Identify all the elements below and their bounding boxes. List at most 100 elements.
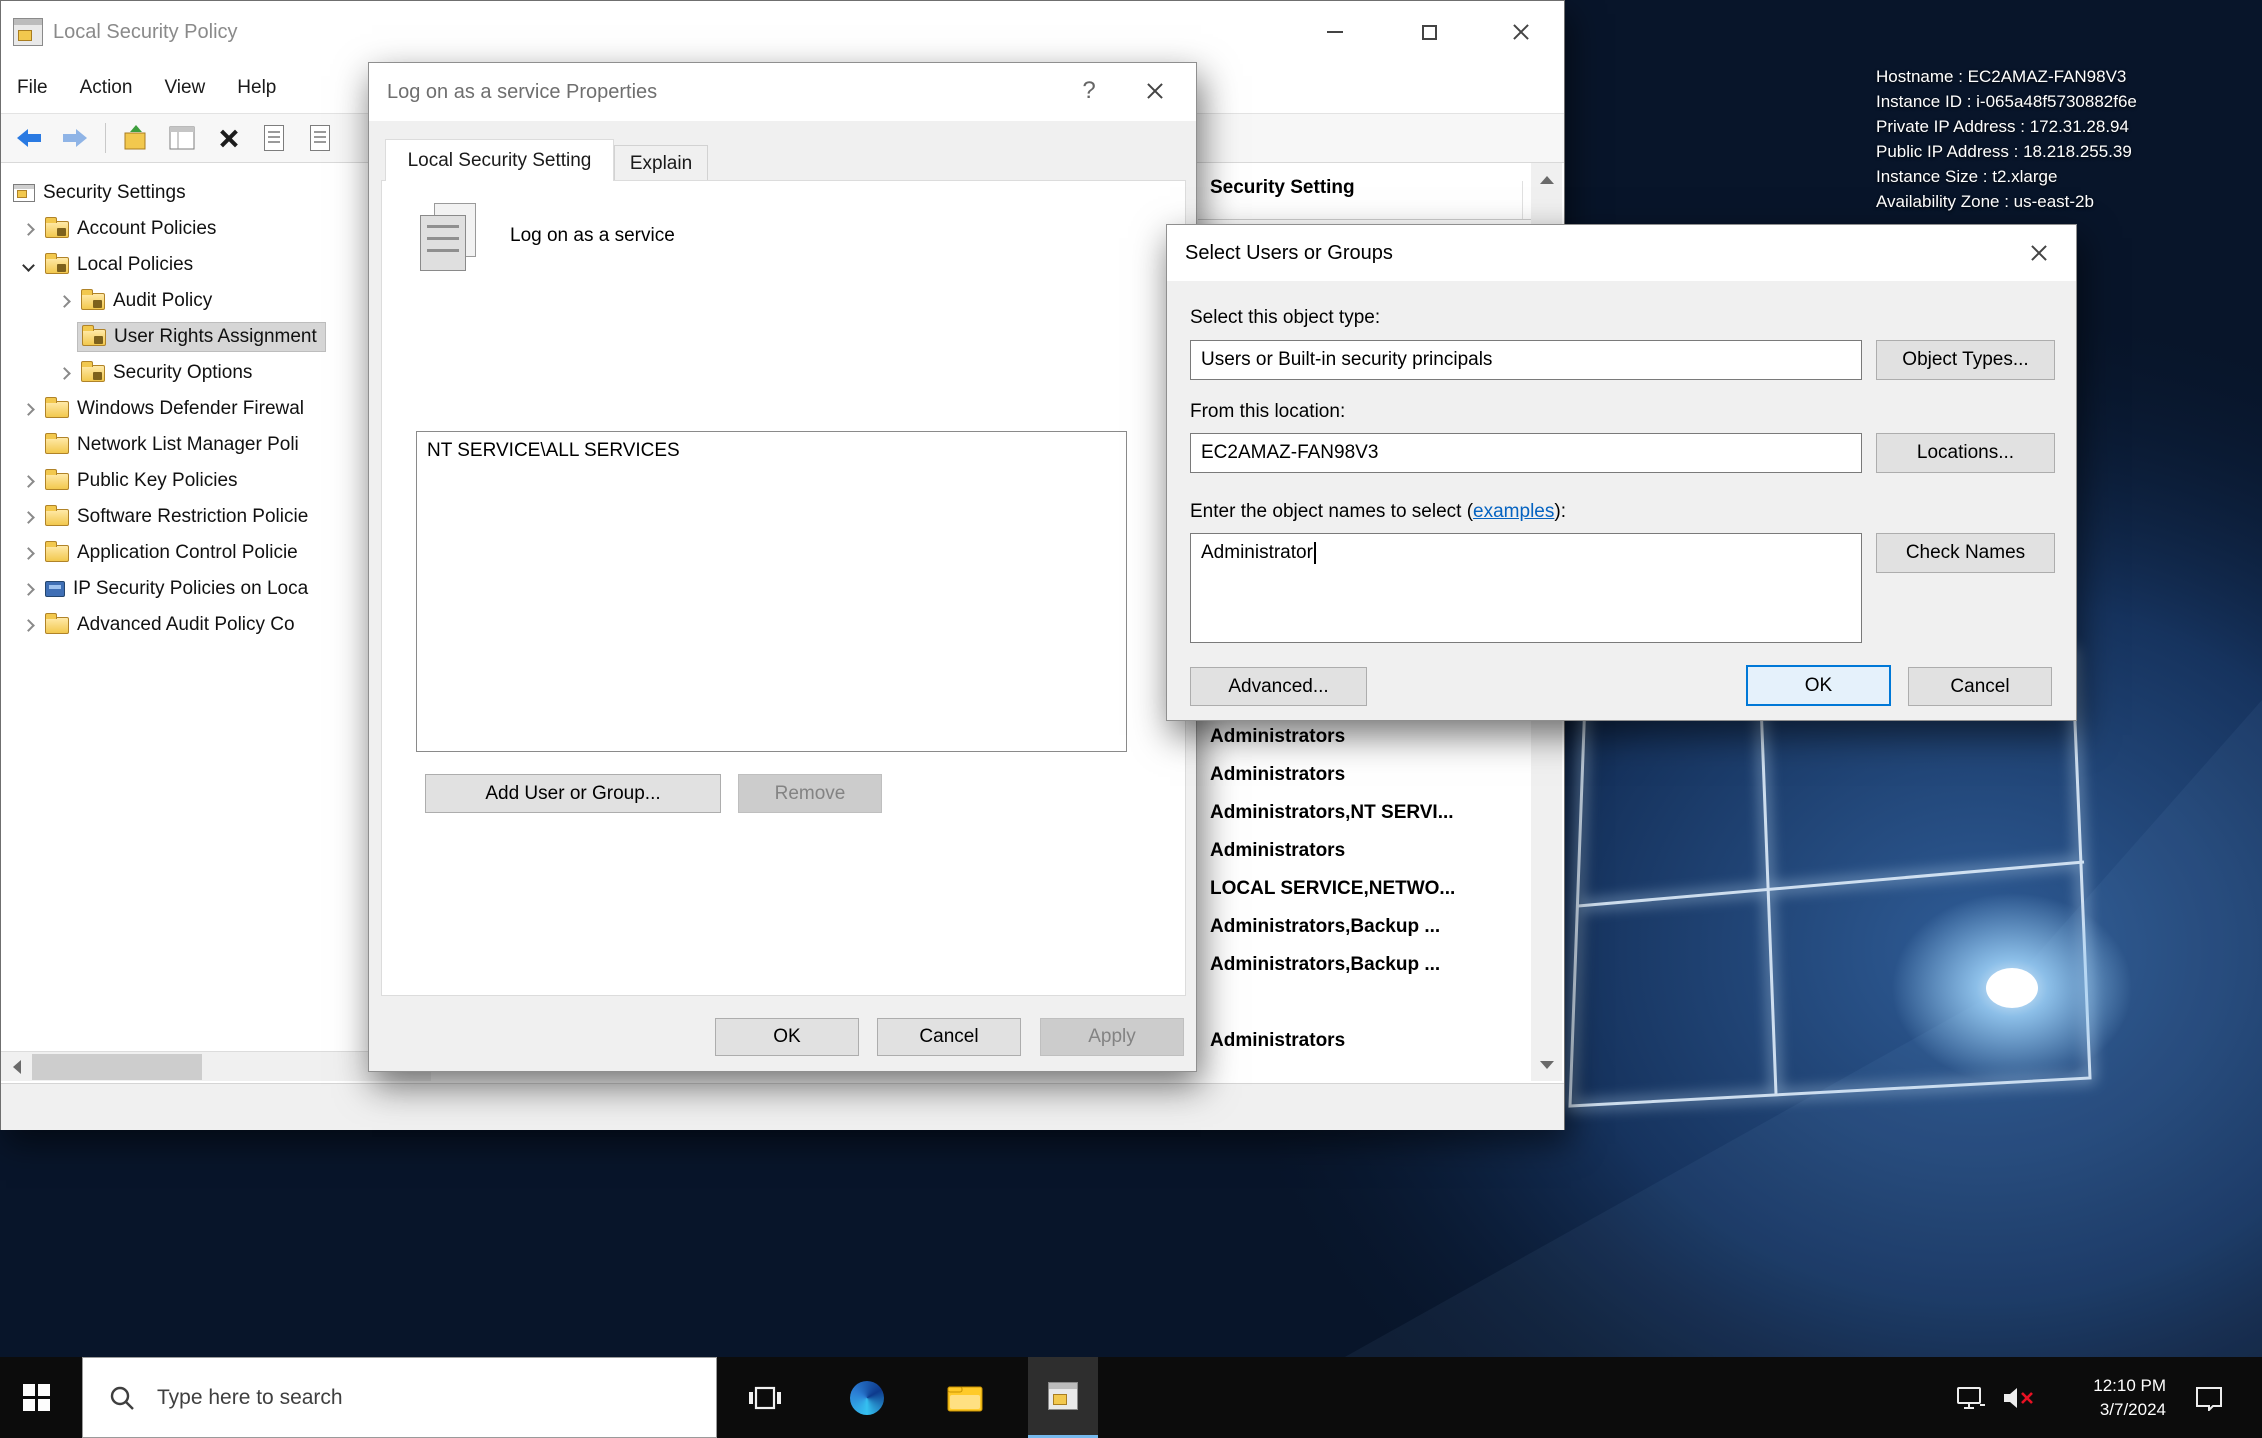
tree-item-security-options[interactable]: Security Options [1,355,431,391]
tree-item-advanced-audit-policy[interactable]: Advanced Audit Policy Co [1,607,431,643]
help-button[interactable]: ? [1060,63,1118,119]
cancel-button[interactable]: Cancel [877,1018,1021,1056]
details-row[interactable]: Administrators,NT SERVI... [1210,794,1525,832]
minimize-button[interactable] [1302,1,1368,63]
check-names-button[interactable]: Check Names [1876,533,2055,573]
policy-folder-icon [82,329,106,346]
export-button[interactable] [120,122,152,154]
policy-icon [420,203,484,275]
expander[interactable] [51,297,77,306]
action-center-button[interactable] [2186,1357,2232,1438]
tab-explain[interactable]: Explain [614,145,708,181]
chevron-right-icon [22,583,35,596]
tree-item-public-key-policies[interactable]: Public Key Policies [1,463,431,499]
tree-item-security-settings[interactable]: Security Settings [1,175,431,211]
taskbar-clock[interactable]: 12:10 PM 3/7/2024 [2036,1357,2170,1438]
expander[interactable] [15,585,41,594]
scroll-left-button[interactable] [1,1052,32,1082]
local-security-policy-taskbar-button[interactable] [1028,1357,1098,1438]
details-row[interactable]: Administrators [1210,832,1525,870]
details-row[interactable]: LOCAL SERVICE,NETWO... [1210,870,1525,908]
object-names-label-suffix: ): [1554,501,1566,522]
info-public-ip: Public IP Address : 18.218.255.39 [1876,139,2137,164]
scroll-down-button[interactable] [1531,1048,1562,1081]
close-button[interactable] [2010,225,2068,281]
expander[interactable] [15,225,41,234]
forward-button[interactable] [59,122,91,154]
object-names-value: Administrator [1201,542,1313,563]
object-names-label: Enter the object names to select (exampl… [1190,501,1566,523]
chevron-right-icon [22,547,35,560]
tree-item-software-restriction[interactable]: Software Restriction Policie [1,499,431,535]
window-titlebar[interactable]: Local Security Policy [1,1,1564,63]
details-row[interactable]: Administrators [1210,718,1525,756]
properties-button[interactable] [258,122,290,154]
dialog-titlebar[interactable]: Select Users or Groups [1167,225,2076,281]
expander[interactable] [15,549,41,558]
list-item[interactable]: NT SERVICE\ALL SERVICES [427,440,680,461]
assigned-principals-list[interactable]: NT SERVICE\ALL SERVICES [416,431,1127,752]
expander[interactable] [15,513,41,522]
tab-local-security-setting[interactable]: Local Security Setting [385,139,614,181]
tree-item-windows-defender-firewall[interactable]: Windows Defender Firewal [1,391,431,427]
details-row[interactable]: Administrators [1210,1022,1525,1060]
locations-button[interactable]: Locations... [1876,433,2055,473]
tree-item-audit-policy[interactable]: Audit Policy [1,283,431,319]
horizontal-scrollbar[interactable] [1,1051,431,1081]
tree-item-application-control[interactable]: Application Control Policie [1,535,431,571]
details-row[interactable]: Administrators,Backup ... [1210,908,1525,946]
taskbar-search[interactable]: Type here to search [82,1357,717,1438]
examples-link[interactable]: examples [1473,501,1554,522]
object-types-button[interactable]: Object Types... [1876,340,2055,380]
details-row[interactable]: Administrators,Backup ... [1210,946,1525,984]
maximize-button[interactable] [1396,1,1462,63]
start-button[interactable] [0,1357,72,1438]
tree-label: Account Policies [77,218,216,240]
policy-folder-icon [45,257,69,274]
scroll-thumb[interactable] [32,1054,202,1080]
tree-item-network-list-manager[interactable]: Network List Manager Poli [1,427,431,463]
menu-view[interactable]: View [148,63,221,113]
expander[interactable] [51,369,77,378]
delete-button[interactable] [212,122,244,154]
network-tray-button[interactable] [1948,1357,1994,1438]
task-view-icon [748,1384,782,1412]
object-names-input[interactable]: Administrator [1190,533,1862,643]
expander[interactable] [15,261,41,270]
close-button[interactable] [1488,1,1554,63]
task-view-button[interactable] [730,1357,800,1438]
ipsec-icon [45,581,65,597]
ok-button[interactable]: OK [715,1018,859,1056]
details-row[interactable]: Administrators [1210,756,1525,794]
chevron-right-icon [58,367,71,380]
tree-item-account-policies[interactable]: Account Policies [1,211,431,247]
console-tree-button[interactable] [166,122,198,154]
object-type-field[interactable]: Users or Built-in security principals [1190,340,1862,380]
expander[interactable] [15,477,41,486]
cancel-button[interactable]: Cancel [1908,667,2052,706]
column-separator[interactable] [1522,181,1523,219]
tree-item-local-policies[interactable]: Local Policies [1,247,431,283]
dialog-title: Log on as a service Properties [387,81,657,104]
menu-help[interactable]: Help [221,63,292,113]
column-header-security-setting[interactable]: Security Setting [1210,177,1355,199]
scroll-up-button[interactable] [1531,163,1562,196]
maximize-icon [1422,25,1437,40]
dialog-titlebar[interactable]: Log on as a service Properties ? [369,63,1196,121]
close-button[interactable] [1126,63,1184,119]
menu-action[interactable]: Action [64,63,149,113]
expander[interactable] [15,405,41,414]
edge-button[interactable] [832,1357,902,1438]
tree-item-user-rights-assignment[interactable]: User Rights Assignment [1,319,431,355]
tree-item-ip-security-policies[interactable]: IP Security Policies on Loca [1,571,431,607]
add-user-or-group-button[interactable]: Add User or Group... [425,774,721,813]
ok-button[interactable]: OK [1746,665,1891,706]
expander[interactable] [15,621,41,630]
back-button[interactable] [13,122,45,154]
location-field[interactable]: EC2AMAZ-FAN98V3 [1190,433,1862,473]
advanced-button[interactable]: Advanced... [1190,667,1367,706]
menu-file[interactable]: File [1,63,64,113]
export-list-button[interactable] [304,122,336,154]
file-explorer-button[interactable] [930,1357,1000,1438]
chevron-right-icon [22,511,35,524]
